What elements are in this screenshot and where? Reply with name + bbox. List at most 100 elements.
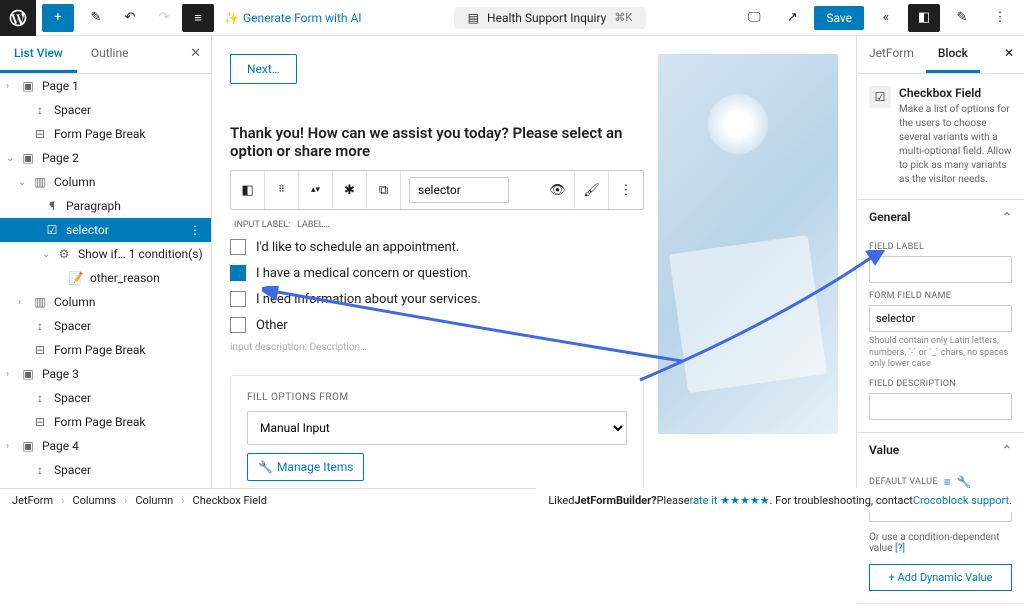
chevron-up-icon: ⌃ — [1002, 210, 1012, 224]
edit-button[interactable]: ✎ — [80, 4, 112, 32]
settings-panel-toggle[interactable]: ◧ — [908, 4, 940, 32]
checkbox-option[interactable]: I'd like to schedule an appointment. — [230, 234, 644, 260]
breadcrumb-item[interactable]: Columns — [72, 494, 116, 507]
field-description-input[interactable] — [869, 393, 1012, 420]
field-label-label: FIELD LABEL — [869, 242, 1012, 252]
block-tree: ›▣Page 1↕Spacer⊟Form Page Break⌄▣Page 2⌄… — [0, 74, 211, 512]
close-right-panel-icon[interactable]: ✕ — [994, 36, 1024, 73]
field-description-label: FIELD DESCRIPTION — [869, 379, 1012, 389]
field-name-hint: Should contain only Latin letters, numbe… — [869, 336, 1012, 371]
form-field-name-input[interactable] — [869, 305, 1012, 332]
required-icon[interactable]: ✱ — [333, 171, 367, 209]
fill-options-select[interactable]: Manual Input — [247, 411, 627, 445]
condition-help-link[interactable]: [?] — [895, 543, 905, 554]
tree-item-spacer[interactable]: ↕Spacer — [0, 314, 211, 338]
checkbox-field-icon: ☑ — [869, 86, 891, 108]
medical-image — [658, 54, 838, 434]
tree-item-selector[interactable]: ☑selector⋮ — [0, 218, 211, 242]
tree-item-form-page-break[interactable]: ⊟Form Page Break — [0, 410, 211, 434]
breadcrumb-item[interactable]: Column — [135, 494, 173, 507]
wrench-icon[interactable]: 🔧 — [957, 475, 972, 489]
close-panel-icon[interactable]: ✕ — [180, 36, 211, 73]
tree-item-spacer[interactable]: ↕Spacer — [0, 386, 211, 410]
tree-item-spacer[interactable]: ↕Spacer — [0, 98, 211, 122]
document-title[interactable]: ▤ Health Support Inquiry ⌘K — [454, 7, 647, 29]
rate-link[interactable]: rate it — [690, 494, 718, 507]
visibility-icon[interactable]: 👁 — [541, 171, 575, 209]
checkbox-option[interactable]: I need information about your services. — [230, 286, 644, 312]
condition-hint: Or use a condition-dependent value [?] — [869, 532, 1012, 554]
external-link-icon[interactable]: ↗ — [776, 4, 808, 32]
desktop-preview-icon[interactable]: 🖵 — [738, 4, 770, 32]
tab-list-view[interactable]: List View — [0, 36, 77, 73]
next-button[interactable]: Next… — [230, 54, 297, 84]
value-section-header[interactable]: Value⌃ — [857, 433, 1024, 467]
tree-item-column[interactable]: ⌄▥Column — [0, 170, 211, 194]
checkbox-icon[interactable] — [230, 265, 246, 281]
right-panel: JetForm Block ✕ ☑ Checkbox Field Make a … — [856, 36, 1024, 512]
copy-icon[interactable]: ⧉ — [367, 171, 401, 209]
collapse-icon[interactable]: « — [870, 4, 902, 32]
redo-button[interactable]: ↷ — [148, 4, 180, 32]
style-brush-icon[interactable]: 🖌 — [575, 171, 609, 209]
tree-item-form-page-break[interactable]: ⊟Form Page Break — [0, 122, 211, 146]
value-section: Value⌃ DEFAULT VALUE ≡ 🔧 Or use a condit… — [857, 433, 1024, 604]
fill-options-section: FILL OPTIONS FROM Manual Input 🔧 Manage … — [230, 375, 644, 498]
checkbox-icon[interactable] — [230, 317, 246, 333]
field-label-input[interactable] — [869, 256, 1012, 283]
tree-item-page-3[interactable]: ›▣Page 3 — [0, 362, 211, 386]
support-link[interactable]: Crocoblock support — [913, 494, 1009, 507]
undo-button[interactable]: ↶ — [114, 4, 146, 32]
toolbar-center: ▤ Health Support Inquiry ⌘K — [362, 7, 739, 29]
drag-handle-icon[interactable]: ⠿ — [265, 171, 299, 209]
manage-items-button[interactable]: 🔧 Manage Items — [247, 453, 364, 481]
input-label-marker: INPUT LABEL: LABEL… — [230, 220, 644, 230]
wordpress-logo[interactable] — [0, 0, 36, 36]
document-icon: ▤ — [468, 11, 479, 25]
tree-item-form-page-break[interactable]: ⊟Form Page Break — [0, 338, 211, 362]
more-menu-icon[interactable]: ⋮ — [984, 4, 1016, 32]
form-field-name-label: FORM FIELD NAME — [869, 291, 1012, 301]
block-info-header: ☑ Checkbox Field Make a list of options … — [857, 74, 1024, 200]
block-type-icon[interactable]: ◧ — [231, 171, 265, 209]
input-description-marker: input description: Description… — [230, 342, 644, 353]
styles-icon[interactable]: ✎ — [946, 4, 978, 32]
save-button[interactable]: Save — [814, 6, 864, 30]
rating-notice: Liked JetFormBuilder? Please rate it ★★★… — [536, 488, 1024, 512]
toolbar-left: + ✎ ↶ ↷ ≡ ✨ Generate Form with AI — [0, 0, 362, 36]
default-value-label: DEFAULT VALUE — [869, 477, 938, 487]
tree-item-page-2[interactable]: ⌄▣Page 2 — [0, 146, 211, 170]
database-icon[interactable]: ≡ — [944, 475, 951, 489]
tree-item-page-4[interactable]: ›▣Page 4 — [0, 434, 211, 458]
tab-block[interactable]: Block — [926, 36, 980, 73]
general-section-header[interactable]: General⌃ — [857, 200, 1024, 234]
tree-item-column[interactable]: ›▥Column — [0, 290, 211, 314]
left-panel-tabs: List View Outline ✕ — [0, 36, 211, 74]
more-options-icon[interactable]: ⋮ — [609, 171, 643, 209]
field-name-input[interactable] — [409, 177, 509, 203]
checkbox-icon[interactable] — [230, 239, 246, 255]
add-dynamic-value-button[interactable]: + Add Dynamic Value — [869, 564, 1012, 591]
breadcrumb-item[interactable]: JetForm — [12, 494, 53, 507]
left-panel: List View Outline ✕ ›▣Page 1↕Spacer⊟Form… — [0, 36, 212, 512]
tab-outline[interactable]: Outline — [77, 36, 143, 73]
breadcrumb-item[interactable]: Checkbox Field — [193, 494, 267, 507]
tree-item-other-reason[interactable]: 📝other_reason — [0, 266, 211, 290]
question-title: Thank you! How can we assist you today? … — [230, 124, 644, 160]
list-view-toggle[interactable]: ≡ — [182, 4, 214, 32]
tree-item-show-if-1-condition-s-[interactable]: ⌄⚙Show if… 1 condition(s) — [0, 242, 211, 266]
tree-item-paragraph[interactable]: ¶Paragraph — [0, 194, 211, 218]
checkbox-icon[interactable] — [230, 291, 246, 307]
checkbox-option[interactable]: Other — [230, 312, 644, 338]
add-block-button[interactable]: + — [42, 4, 74, 32]
right-panel-tabs: JetForm Block ✕ — [857, 36, 1024, 74]
tree-item-spacer[interactable]: ↕Spacer — [0, 458, 211, 482]
fill-options-label: FILL OPTIONS FROM — [247, 392, 627, 403]
tab-jetform[interactable]: JetForm — [857, 36, 926, 73]
tree-item-page-1[interactable]: ›▣Page 1 — [0, 74, 211, 98]
generate-ai-link[interactable]: ✨ Generate Form with AI — [224, 11, 362, 25]
checkbox-option[interactable]: I have a medical concern or question. — [230, 260, 644, 286]
toolbar-right: 🖵 ↗ Save « ◧ ✎ ⋮ — [738, 4, 1024, 32]
move-up-down-icon[interactable]: ▴▾ — [299, 171, 333, 209]
block-toolbar: ◧ ⠿ ▴▾ ✱ ⧉ 👁 🖌 ⋮ — [230, 170, 644, 210]
